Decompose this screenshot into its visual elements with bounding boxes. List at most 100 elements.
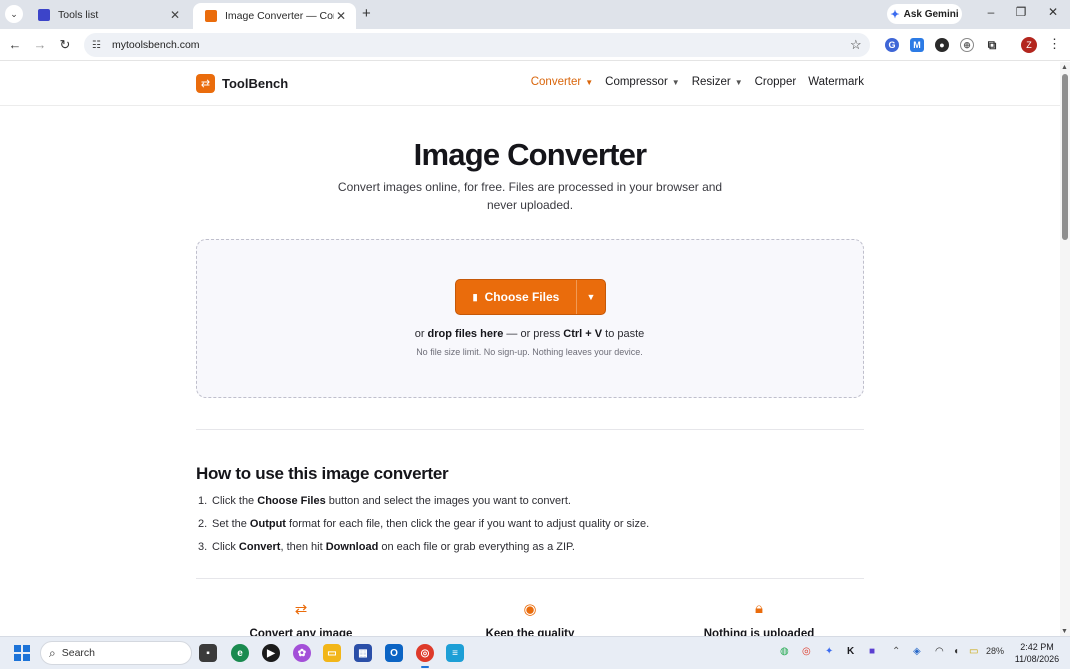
browser-tab-strip: ⌄ Tools list ✕ Image Converter — Convert…	[0, 0, 1070, 29]
page-scrollbar[interactable]: ▲ ▼	[1060, 62, 1070, 636]
step-text-part: button and select the images you want to…	[328, 495, 571, 507]
gemini-spark-icon: ✦	[890, 8, 900, 21]
os-taskbar: ⌕ Search ▪ e ▶ ✿ ▭ ▦ O ◎ ≡ ◍ ◎ ✦ K ■ ⌃ ◈…	[0, 636, 1070, 669]
taskbar-search[interactable]: ⌕ Search	[40, 641, 192, 665]
close-icon[interactable]: ✕	[334, 9, 348, 23]
list-item: 3. Click Convert, then hit Download on e…	[198, 541, 649, 564]
step-text: Click the Choose Files button and select…	[212, 495, 571, 518]
browser-tab-tools-list[interactable]: Tools list ✕	[26, 3, 190, 26]
whatsapp-icon[interactable]: ◍	[780, 646, 789, 657]
store-icon[interactable]: ▦	[354, 644, 372, 662]
step-number: 3.	[198, 541, 208, 553]
caret-down-icon: ▼	[585, 77, 594, 87]
step-text-part: Set the	[212, 518, 247, 530]
browser-tab-image-converter[interactable]: Image Converter — Convert JPG ✕	[193, 3, 356, 29]
forward-arrow-icon[interactable]: →	[31, 36, 49, 54]
step-text-part: Click the	[212, 495, 255, 507]
battery-icon[interactable]: ▭	[969, 646, 978, 657]
search-icon: ⌕	[49, 645, 56, 660]
nav-resizer[interactable]: Resizer ▼	[692, 76, 743, 88]
nav-compressor[interactable]: Compressor ▼	[605, 76, 680, 88]
tab-favicon-icon	[205, 10, 217, 22]
nav-label: Converter	[530, 76, 582, 88]
howto-steps: 1. Click the Choose Files button and sel…	[198, 495, 649, 564]
battery-percent: 28%	[986, 646, 1005, 656]
browser-toolbar: ← → ↻ ☷ mytoolsbench.com ☆ G M ● ⊕ ⧉ Z ⋮	[0, 29, 1070, 61]
scroll-up-icon[interactable]: ▲	[1061, 64, 1068, 71]
site-info-icon[interactable]: ☷	[92, 40, 106, 51]
browser-menu-icon[interactable]: ⋮	[1048, 36, 1061, 52]
site-nav: Converter ▼ Compressor ▼ Resizer ▼ Cropper …	[531, 76, 864, 88]
caret-down-icon: ▼	[734, 77, 743, 87]
nav-cropper[interactable]: Cropper	[755, 76, 797, 88]
caret-down-icon: ▼	[671, 77, 680, 87]
security-icon[interactable]: ◈	[913, 646, 921, 657]
tray-chevron-icon[interactable]: ⌃	[892, 646, 900, 657]
file-dropzone[interactable]: ▮ Choose Files ▼ or drop files here — or…	[196, 239, 864, 398]
tab-favicon-icon	[38, 8, 50, 21]
close-icon[interactable]: ✕	[168, 8, 182, 22]
b-app-icon[interactable]: ■	[869, 646, 875, 657]
choose-files-dropdown-button[interactable]: ▼	[577, 280, 605, 314]
clock-date: 11/08/2026	[1014, 654, 1060, 664]
paste-shortcut: Ctrl + V	[563, 328, 603, 340]
target-icon: ◉	[523, 601, 537, 618]
bookmark-star-icon[interactable]: ☆	[850, 37, 870, 53]
nav-converter[interactable]: Converter ▼	[531, 76, 593, 88]
drop-text: — or press	[506, 328, 561, 340]
chrome-icon[interactable]: ◎	[416, 644, 434, 668]
k-app-icon[interactable]: K	[847, 646, 854, 657]
section-divider	[196, 429, 864, 430]
drop-text-bold: drop files here	[427, 328, 504, 340]
media-player-icon[interactable]: ▶	[262, 644, 280, 662]
nav-watermark[interactable]: Watermark	[808, 76, 864, 88]
extension-translate-icon[interactable]: G	[885, 38, 899, 52]
tab-search-button[interactable]: ⌄	[5, 5, 23, 23]
step-text-part: on each file or grab everything as a ZIP…	[381, 541, 575, 553]
address-bar[interactable]: ☷ mytoolsbench.com ☆	[84, 33, 870, 57]
edge-icon[interactable]: e	[231, 644, 249, 662]
extension-globe-icon[interactable]: ⊕	[960, 38, 974, 52]
back-arrow-icon[interactable]: ←	[6, 36, 24, 54]
dropzone-note: No file size limit. No sign-up. Nothing …	[416, 347, 643, 357]
extensions-puzzle-icon[interactable]: ⧉	[985, 38, 999, 52]
new-tab-plus-icon[interactable]: +	[362, 5, 371, 22]
window-close-icon[interactable]: ✕	[1043, 5, 1063, 19]
chevron-down-icon: ⌄	[10, 8, 18, 19]
choose-files-button[interactable]: ▮ Choose Files	[456, 280, 577, 314]
step-text-bold: Choose Files	[257, 495, 326, 507]
outlook-icon[interactable]: O	[385, 644, 403, 662]
extension-m-icon[interactable]: M	[910, 38, 924, 52]
step-text-part: Click	[212, 541, 236, 553]
site-logo[interactable]: ⇄ ToolBench	[196, 74, 288, 93]
feature-privacy: 🔒︎ Nothing is uploaded	[654, 600, 864, 636]
step-text-bold: Download	[325, 541, 379, 553]
notepad-icon[interactable]: ≡	[446, 644, 464, 662]
ask-gemini-button[interactable]: ✦ Ask Gemini	[887, 4, 962, 24]
tab-title: Image Converter — Convert JPG	[225, 10, 334, 22]
step-text-bold: Output	[249, 518, 286, 530]
windows-start-icon[interactable]	[14, 645, 30, 661]
task-view-icon[interactable]: ▪	[199, 644, 217, 662]
file-icon: ▮	[472, 291, 478, 302]
step-number: 1.	[198, 495, 208, 507]
chrome-tray-icon[interactable]: ◎	[802, 646, 811, 657]
wifi-icon[interactable]: ◠	[935, 646, 944, 657]
gemini-tray-icon[interactable]: ✦	[825, 646, 833, 657]
minimize-icon[interactable]: –	[981, 5, 1001, 19]
restore-icon[interactable]: ❐	[1011, 5, 1031, 19]
scroll-down-icon[interactable]: ▼	[1061, 628, 1068, 635]
taskbar-clock[interactable]: 2:42 PM 11/08/2026	[1012, 641, 1062, 665]
profile-avatar[interactable]: Z	[1021, 37, 1037, 53]
choose-files-button-group: ▮ Choose Files ▼	[455, 279, 606, 315]
page-title: Image Converter	[413, 137, 647, 172]
volume-icon[interactable]: ◖	[953, 646, 959, 657]
copilot-icon[interactable]: ✿	[293, 644, 311, 662]
extension-color-icon[interactable]: ●	[935, 38, 949, 52]
scrollbar-thumb[interactable]	[1062, 74, 1068, 240]
reload-icon[interactable]: ↻	[56, 36, 74, 54]
step-text-part: format for each file, then click the gea…	[289, 518, 650, 530]
page-subtitle: Convert images online, for free. Files a…	[337, 180, 723, 212]
tab-title: Tools list	[58, 8, 99, 21]
file-explorer-icon[interactable]: ▭	[323, 644, 341, 662]
